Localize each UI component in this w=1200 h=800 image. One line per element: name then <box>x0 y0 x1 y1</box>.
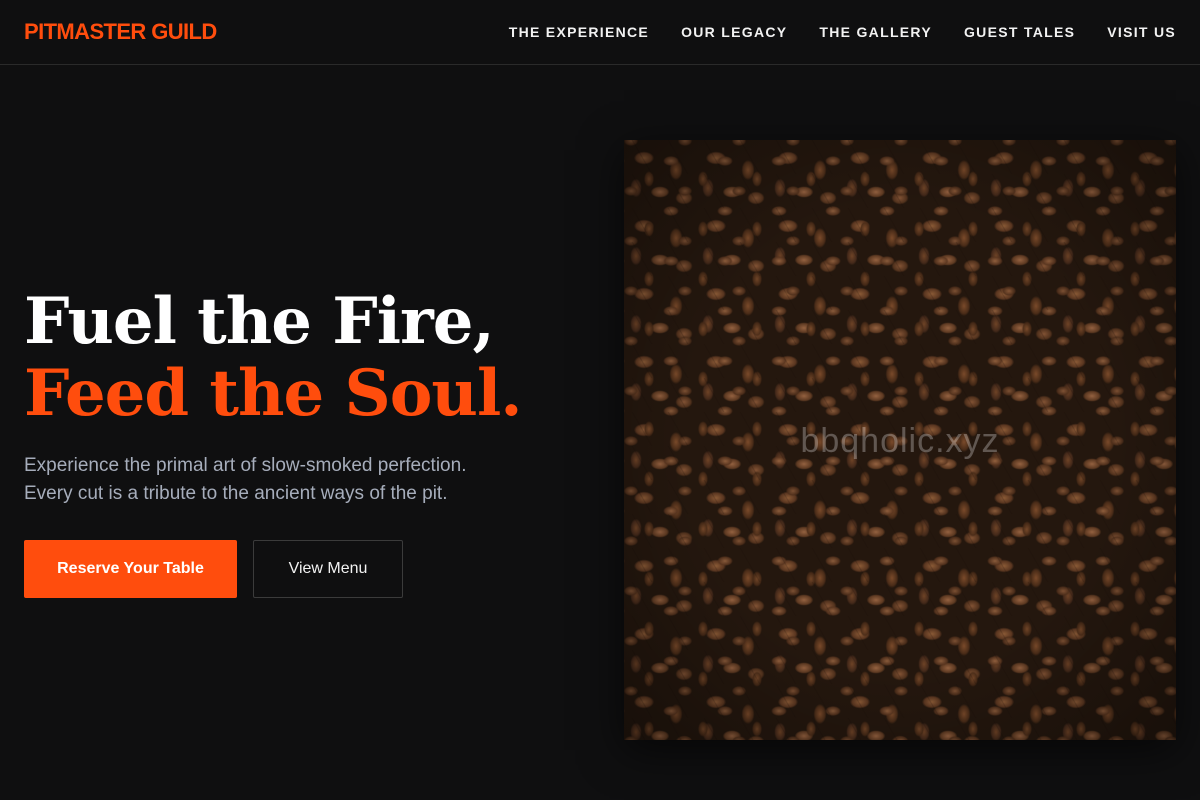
hero-content: Fuel the Fire, Feed the Soul. Experience… <box>24 286 584 598</box>
landing-page: PITMASTER GUILD THE EXPERIENCE OUR LEGAC… <box>0 0 1200 800</box>
hero-image-coffee-beans: bbqholic.xyz <box>624 140 1176 740</box>
nav-link-the-experience[interactable]: THE EXPERIENCE <box>509 24 649 40</box>
hero-actions: Reserve Your Table View Menu <box>24 540 584 598</box>
nav-link-the-gallery[interactable]: THE GALLERY <box>819 24 932 40</box>
nav-link-our-legacy[interactable]: OUR LEGACY <box>681 24 787 40</box>
nav-link-visit-us[interactable]: VISIT US <box>1107 24 1176 40</box>
hero-headline: Fuel the Fire, Feed the Soul. <box>24 286 584 430</box>
nav-link-guest-tales[interactable]: GUEST TALES <box>964 24 1075 40</box>
hero-headline-line2: Feed the Soul. <box>24 356 523 431</box>
hero-subtitle-line2: Every cut is a tribute to the ancient wa… <box>24 483 448 504</box>
hero-subtitle: Experience the primal art of slow-smoked… <box>24 452 584 508</box>
main-nav: THE EXPERIENCE OUR LEGACY THE GALLERY GU… <box>509 24 1176 40</box>
reserve-table-button[interactable]: Reserve Your Table <box>24 540 237 598</box>
view-menu-button[interactable]: View Menu <box>253 540 403 598</box>
hero-subtitle-line1: Experience the primal art of slow-smoked… <box>24 455 467 476</box>
image-watermark: bbqholic.xyz <box>800 422 1000 460</box>
hero-headline-line1: Fuel the Fire, <box>24 284 495 359</box>
site-header: PITMASTER GUILD THE EXPERIENCE OUR LEGAC… <box>0 0 1200 65</box>
brand-logo[interactable]: PITMASTER GUILD <box>24 19 217 45</box>
